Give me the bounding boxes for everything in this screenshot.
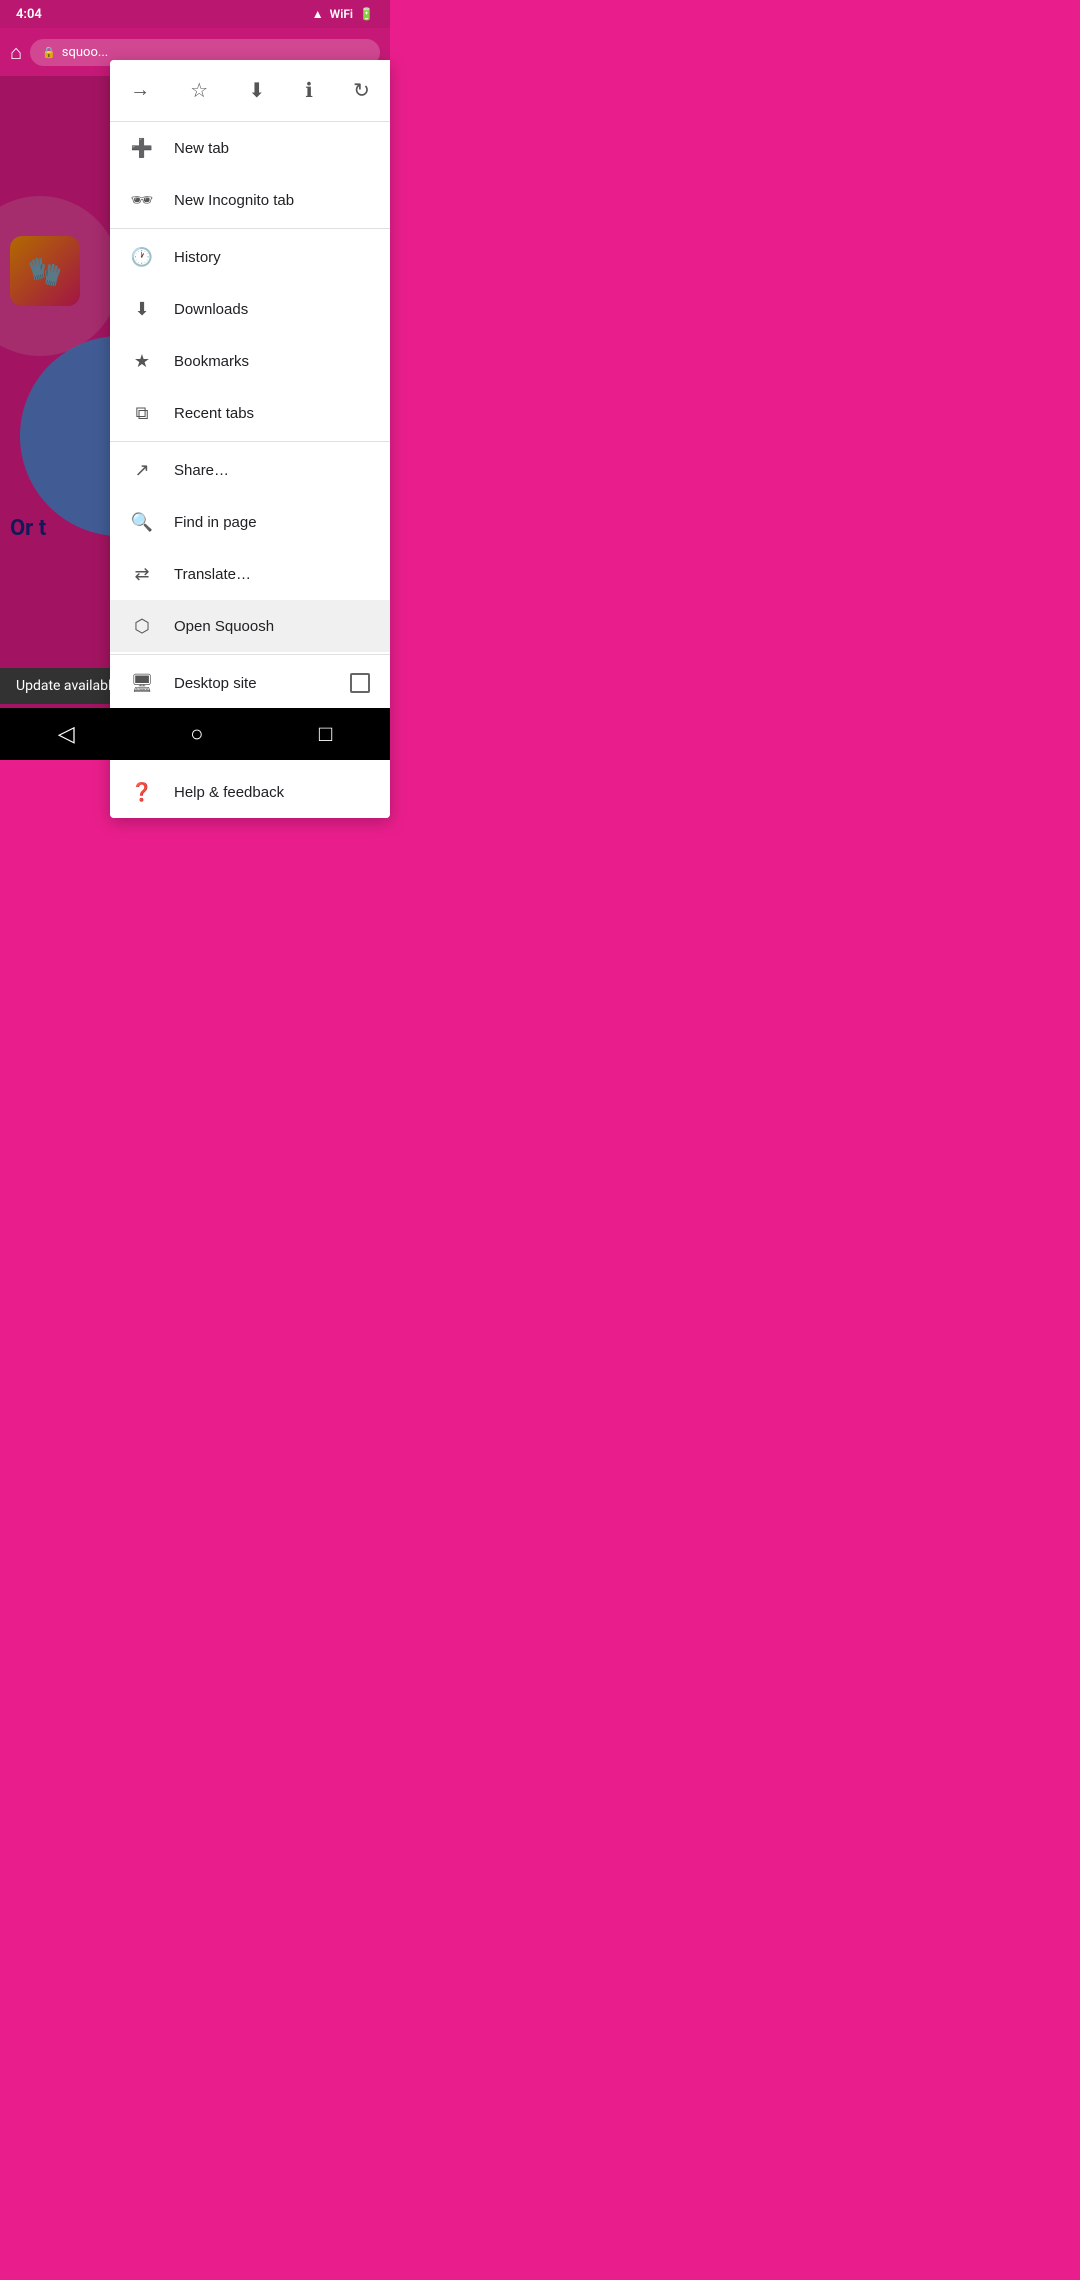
wifi-icon: WiFi xyxy=(330,7,353,21)
info-button[interactable]: ℹ xyxy=(297,70,321,111)
find-in-page-icon: 🔍 xyxy=(130,510,154,534)
menu-item-new-tab[interactable]: ➕ New tab xyxy=(110,122,390,174)
downloads-icon: ⬇ xyxy=(130,297,154,321)
menu-item-bookmarks[interactable]: ★ Bookmarks xyxy=(110,335,390,387)
battery-icon: 🔋 xyxy=(359,7,374,21)
new-tab-icon: ➕ xyxy=(130,136,154,160)
bookmark-button[interactable]: ☆ xyxy=(182,70,216,111)
nav-bar: ◁ ○ □ xyxy=(0,708,390,760)
menu-item-open-squoosh[interactable]: ⬡ Open Squoosh xyxy=(110,600,390,652)
new-incognito-icon: 🕶 xyxy=(130,188,154,212)
refresh-button[interactable]: ↻ xyxy=(345,70,378,111)
menu-item-downloads[interactable]: ⬇ Downloads xyxy=(110,283,390,335)
help-feedback-icon: ❓ xyxy=(130,780,154,804)
recents-nav-button[interactable]: □ xyxy=(299,713,352,755)
history-icon: 🕐 xyxy=(130,245,154,269)
menu-item-new-incognito[interactable]: 🕶 New Incognito tab xyxy=(110,174,390,226)
home-nav-icon: ○ xyxy=(190,721,203,746)
signal-icon: ▲ xyxy=(312,7,324,21)
forward-button[interactable]: → xyxy=(122,71,158,110)
forward-icon: → xyxy=(130,79,150,102)
bookmarks-icon: ★ xyxy=(130,349,154,373)
lock-icon: 🔒 xyxy=(42,46,56,59)
refresh-icon: ↻ xyxy=(353,78,370,103)
home-icon[interactable]: ⌂ xyxy=(10,40,22,65)
info-icon: ℹ xyxy=(305,78,313,103)
desktop-site-label: Desktop site xyxy=(174,675,330,692)
back-nav-button[interactable]: ◁ xyxy=(38,713,95,755)
download-button[interactable]: ⬇ xyxy=(240,70,273,111)
menu-item-desktop-site[interactable]: 🖥 Desktop site xyxy=(110,657,390,709)
share-icon: ↗ xyxy=(130,458,154,482)
downloads-label: Downloads xyxy=(174,301,370,318)
menu-item-help-feedback[interactable]: ❓ Help & feedback xyxy=(110,766,390,818)
url-text: squoo... xyxy=(62,45,108,60)
time: 4:04 xyxy=(16,7,42,22)
open-squoosh-label: Open Squoosh xyxy=(174,618,370,635)
open-squoosh-icon: ⬡ xyxy=(130,614,154,638)
menu-item-find-in-page[interactable]: 🔍 Find in page xyxy=(110,496,390,548)
menu-item-history[interactable]: 🕐 History xyxy=(110,231,390,283)
desktop-site-checkbox[interactable] xyxy=(350,673,370,693)
share-label: Share… xyxy=(174,462,370,479)
translate-icon: ⇄ xyxy=(130,562,154,586)
dropdown-menu: → ☆ ⬇ ℹ ↻ ➕ New tab 🕶 New Incognito tab 🕐 His… xyxy=(110,60,390,818)
menu-item-translate[interactable]: ⇄ Translate… xyxy=(110,548,390,600)
new-incognito-label: New Incognito tab xyxy=(174,192,370,209)
recents-icon: □ xyxy=(319,721,332,746)
recent-tabs-icon: ⧉ xyxy=(130,401,154,425)
download-icon: ⬇ xyxy=(248,78,265,103)
desktop-site-icon: 🖥 xyxy=(130,671,154,695)
back-icon: ◁ xyxy=(58,721,75,746)
menu-item-recent-tabs[interactable]: ⧉ Recent tabs xyxy=(110,387,390,439)
divider-after-recent-tabs xyxy=(110,441,390,442)
bookmarks-label: Bookmarks xyxy=(174,353,370,370)
recent-tabs-label: Recent tabs xyxy=(174,405,370,422)
menu-item-share[interactable]: ↗ Share… xyxy=(110,444,390,496)
menu-toolbar: → ☆ ⬇ ℹ ↻ xyxy=(110,60,390,122)
status-icons: ▲ WiFi 🔋 xyxy=(312,7,374,21)
translate-label: Translate… xyxy=(174,566,370,583)
new-tab-label: New tab xyxy=(174,140,370,157)
home-nav-button[interactable]: ○ xyxy=(170,713,223,755)
help-feedback-label: Help & feedback xyxy=(174,784,370,801)
divider-after-new-incognito xyxy=(110,228,390,229)
find-in-page-label: Find in page xyxy=(174,514,370,531)
divider-after-open-squoosh xyxy=(110,654,390,655)
update-message: Update available xyxy=(16,678,119,694)
bookmark-star-icon: ☆ xyxy=(190,78,208,103)
history-label: History xyxy=(174,249,370,266)
status-bar: 4:04 ▲ WiFi 🔋 xyxy=(0,0,390,28)
